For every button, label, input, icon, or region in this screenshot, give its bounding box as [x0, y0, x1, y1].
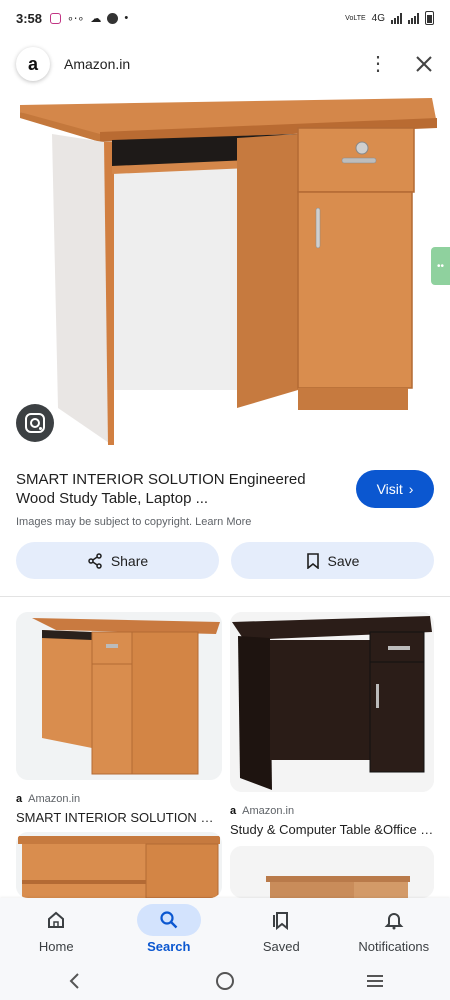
related-item[interactable]: [16, 832, 222, 903]
bottom-navigation: Home Search Saved Notifications: [0, 898, 450, 962]
app-icon: [107, 12, 119, 24]
related-source-name: Amazon.in: [242, 805, 295, 817]
copyright-notice[interactable]: Images may be subject to copyright. Lear…: [16, 516, 336, 528]
status-time: 3:58: [16, 10, 43, 26]
recents-icon[interactable]: [365, 971, 385, 991]
chevron-right-icon: ›: [408, 481, 414, 497]
nav-search-label: Search: [147, 939, 191, 954]
visit-button[interactable]: Visit ›: [356, 470, 434, 508]
google-lens-button[interactable]: [16, 404, 54, 442]
notification-icons: ∘⋅∘ ☁ •: [50, 12, 128, 25]
side-panel-tab[interactable]: ••: [431, 247, 450, 285]
related-source-name: Amazon.in: [28, 793, 81, 805]
related-thumbnail[interactable]: [230, 846, 434, 898]
divider: [0, 596, 450, 597]
nav-notifications-label: Notifications: [358, 939, 430, 954]
related-title[interactable]: Study & Computer Table &Office D...: [230, 822, 434, 837]
save-label: Save: [327, 552, 360, 569]
nav-search-icon-wrap: [136, 904, 201, 936]
battery-icon: [425, 11, 434, 25]
share-button[interactable]: Share: [16, 542, 219, 579]
visit-label: Visit: [376, 481, 403, 497]
amazon-mini-logo: a: [230, 805, 237, 817]
home-circle-icon[interactable]: [215, 971, 235, 991]
nav-notifications[interactable]: Notifications: [338, 898, 450, 962]
home-icon: [48, 911, 65, 928]
close-icon[interactable]: [414, 54, 434, 74]
related-thumbnail[interactable]: [16, 612, 222, 780]
action-row: Share Save: [16, 542, 434, 579]
volte-label: VoLTE: [345, 14, 366, 22]
share-label: Share: [110, 552, 149, 569]
related-item[interactable]: [230, 846, 434, 903]
related-item[interactable]: a Amazon.in Study & Computer Table &Offi…: [230, 612, 434, 837]
related-source: a Amazon.in: [16, 793, 222, 805]
related-item[interactable]: a Amazon.in SMART INTERIOR SOLUTION Engi…: [16, 612, 222, 825]
source-name[interactable]: Amazon.in: [64, 56, 130, 72]
lens-icon: [25, 413, 45, 433]
nav-home[interactable]: Home: [0, 898, 113, 962]
bookmark-icon: [306, 552, 319, 569]
nav-notifications-icon-wrap: [362, 904, 426, 936]
amazon-mini-logo: a: [16, 793, 23, 805]
share-icon: [88, 552, 102, 569]
source-header: a Amazon.in ⋮: [0, 44, 450, 84]
result-title[interactable]: SMART INTERIOR SOLUTION Engineered Wood …: [16, 470, 336, 508]
related-source: a Amazon.in: [230, 805, 434, 817]
save-button[interactable]: Save: [231, 542, 434, 579]
signal-icon: [391, 12, 402, 24]
network-label: 4G: [371, 12, 385, 24]
nav-search[interactable]: Search: [113, 898, 226, 962]
nav-home-icon-wrap: [24, 904, 88, 936]
more-notifications-icon: •: [124, 12, 129, 24]
amazon-logo-letter: a: [27, 53, 38, 74]
cloud-icon: ☁: [90, 12, 102, 25]
side-tab-dots-icon: ••: [436, 260, 444, 272]
related-thumbnail[interactable]: [230, 612, 434, 792]
signal-icon-2: [408, 12, 419, 24]
dots-icon: ∘⋅∘: [67, 12, 85, 25]
bell-icon: [384, 913, 404, 930]
related-thumbnail[interactable]: [16, 832, 222, 899]
main-product-image[interactable]: [0, 90, 450, 450]
related-title[interactable]: SMART INTERIOR SOLUTION Engi...: [16, 810, 222, 825]
more-options-icon[interactable]: ⋮: [368, 54, 388, 74]
result-info: SMART INTERIOR SOLUTION Engineered Wood …: [16, 470, 336, 528]
nav-saved-label: Saved: [262, 939, 300, 954]
search-icon: [160, 911, 178, 929]
nav-home-label: Home: [38, 939, 74, 954]
header-actions: ⋮: [368, 54, 434, 74]
back-icon[interactable]: [65, 971, 85, 991]
status-right: VoLTE 4G: [345, 11, 434, 25]
bookmarks-icon: [273, 912, 289, 930]
nav-saved[interactable]: Saved: [225, 898, 338, 962]
instagram-icon: [50, 12, 62, 24]
amazon-logo[interactable]: a: [16, 47, 50, 81]
system-navigation: [0, 962, 450, 1000]
status-bar: 3:58 ∘⋅∘ ☁ • VoLTE 4G: [0, 0, 450, 36]
nav-saved-icon-wrap: [249, 904, 313, 936]
